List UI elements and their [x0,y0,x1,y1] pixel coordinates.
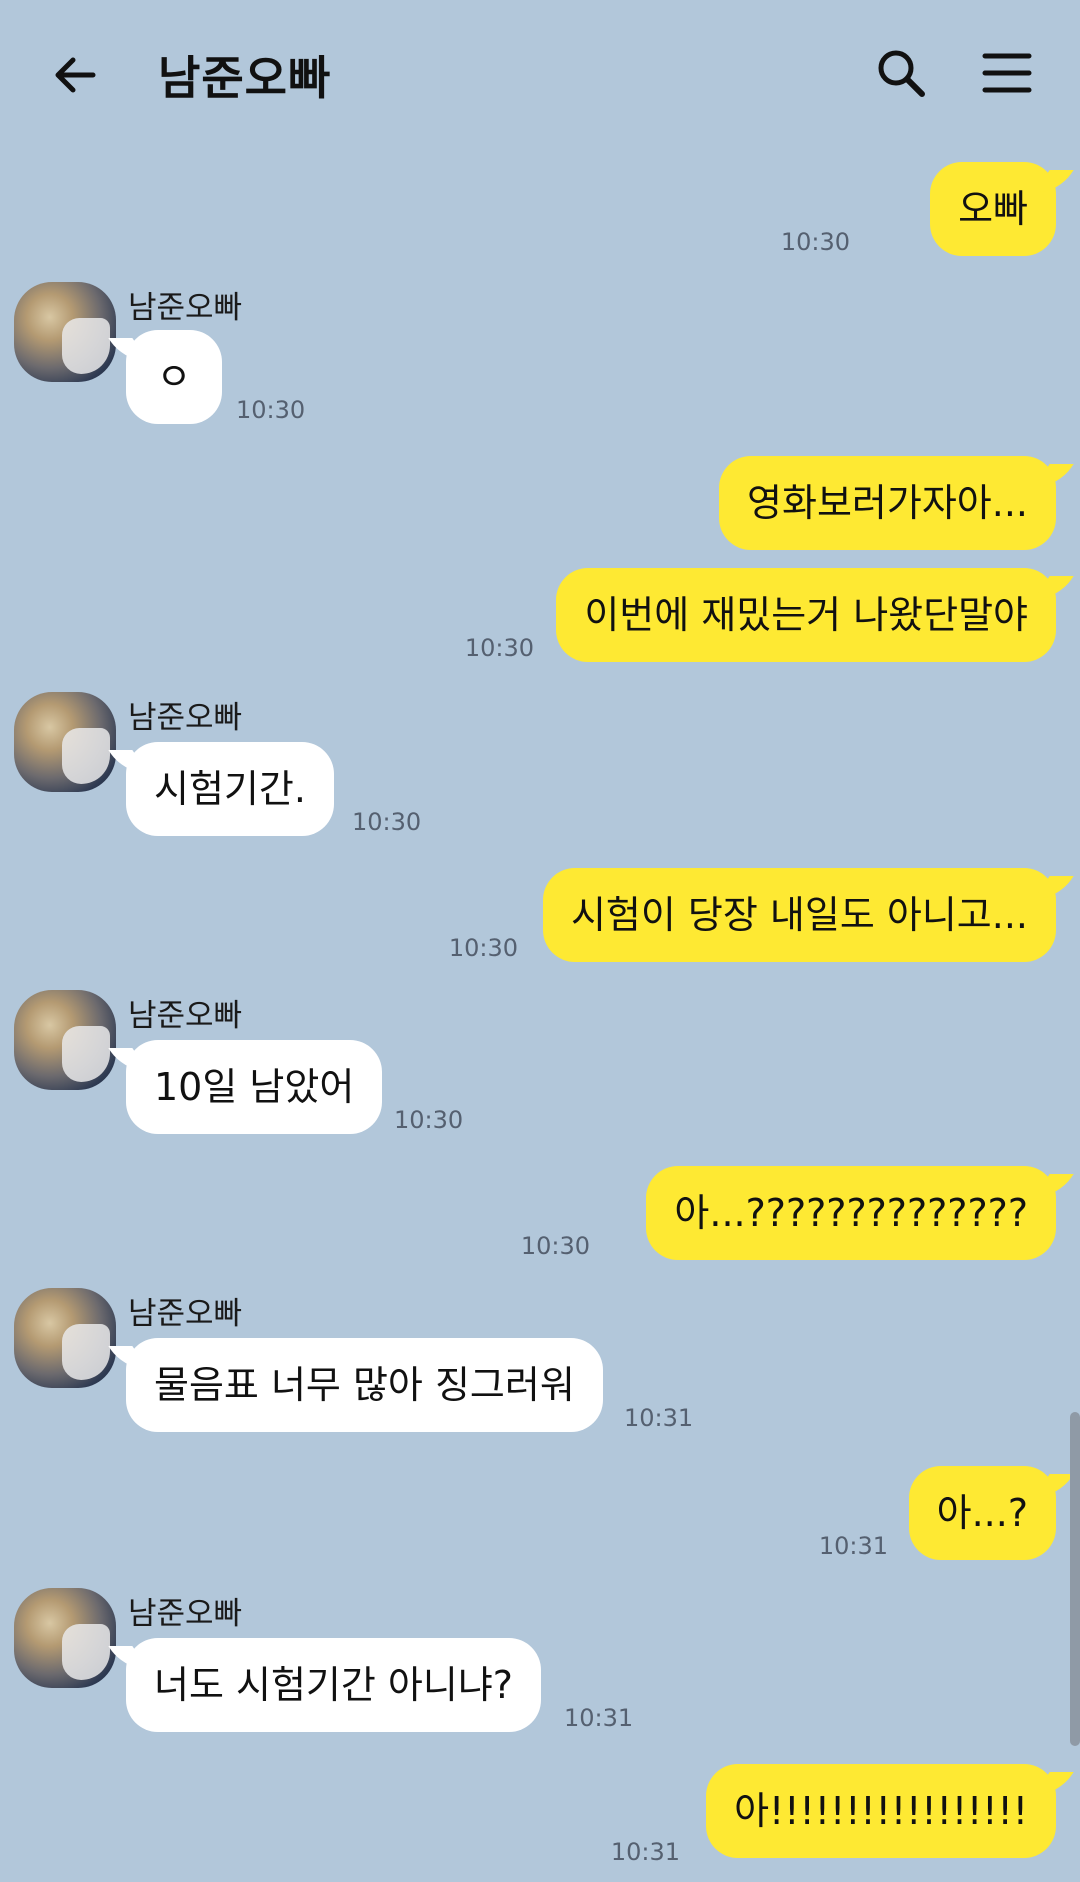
chat-header: 남준오빠 [0,0,1080,150]
message-time: 10:31 [818,1532,888,1560]
message-list[interactable]: 오빠 10:30 남준오빠 ㅇ 10:30 영화보러가자아... 이번에 재밌는… [0,150,1080,1882]
incoming-bubble[interactable]: 10일 남았어 [126,1040,383,1134]
avatar[interactable] [14,282,116,382]
message-time: 10:31 [610,1838,680,1866]
chat-title: 남준오빠 [158,51,332,105]
incoming-bubble[interactable]: 시험기간. [126,742,334,836]
message-time: 10:30 [394,1106,464,1134]
message-time: 10:30 [236,396,306,424]
back-button[interactable] [40,40,110,110]
message-time: 10:31 [624,1404,694,1432]
sender-name: 남준오빠 [128,1296,243,1332]
outgoing-bubble[interactable]: 이번에 재밌는거 나왔단말야 [556,568,1056,662]
incoming-bubble[interactable]: 너도 시험기간 아니냐? [126,1638,541,1732]
outgoing-bubble[interactable]: 아...?????????????? [646,1166,1056,1260]
message-time: 10:30 [352,808,422,836]
message-time: 10:30 [448,934,518,962]
sender-name: 남준오빠 [128,700,243,736]
outgoing-bubble[interactable]: 오빠 [930,162,1056,256]
message-time: 10:30 [780,228,850,256]
outgoing-bubble[interactable]: 영화보러가자아... [719,456,1056,550]
message-time: 10:31 [564,1704,634,1732]
incoming-bubble[interactable]: ㅇ [126,330,222,424]
sender-name: 남준오빠 [128,998,243,1034]
avatar[interactable] [14,1288,116,1388]
search-button[interactable] [866,38,936,108]
hamburger-menu-icon [982,53,1032,93]
outgoing-bubble[interactable]: 아!!!!!!!!!!!!!!!!! [706,1764,1056,1858]
search-icon [878,50,925,97]
avatar[interactable] [14,1588,116,1688]
sender-name: 남준오빠 [128,1596,243,1632]
avatar[interactable] [14,990,116,1090]
arrow-left-icon [55,57,96,93]
menu-button[interactable] [972,38,1042,108]
avatar[interactable] [14,692,116,792]
outgoing-bubble[interactable]: 시험이 당장 내일도 아니고... [542,868,1056,962]
message-time: 10:30 [464,634,534,662]
incoming-bubble[interactable]: 물음표 너무 많아 징그러워 [126,1338,603,1432]
message-time: 10:30 [520,1232,590,1260]
scrollbar[interactable] [1070,1412,1080,1746]
outgoing-bubble[interactable]: 아...? [908,1466,1056,1560]
sender-name: 남준오빠 [128,290,243,326]
